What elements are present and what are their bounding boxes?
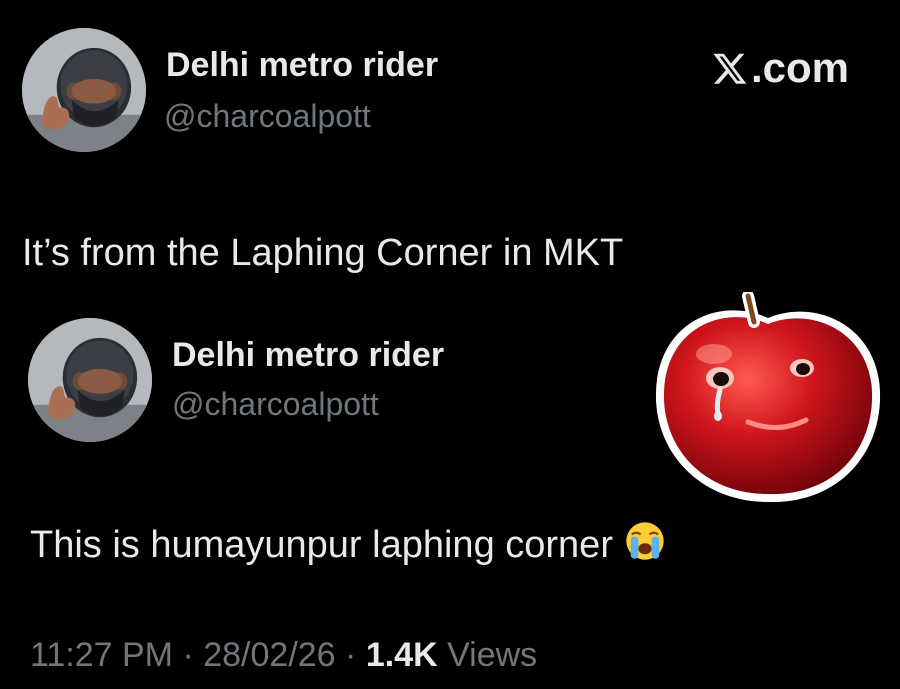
display-name-top[interactable]: Delhi metro rider (166, 46, 438, 85)
x-logo-icon (713, 53, 747, 84)
handle-top[interactable]: @charcoalpott (164, 98, 371, 135)
tweet-time[interactable]: 11:27 PM (30, 636, 173, 674)
x-brand[interactable]: .com (712, 44, 849, 92)
tweet-meta: 11:27 PM · 28/02/26 · 1.4K Views (30, 636, 537, 675)
crying-apple-sticker-icon (650, 292, 886, 508)
tweet-date[interactable]: 28/02/26 (203, 636, 335, 674)
avatar-bottom[interactable] (28, 318, 152, 442)
meta-separator: · (173, 636, 204, 674)
avatar-photo-icon (22, 28, 146, 152)
tweet-text-bottom-content: This is humayunpur laphing corner (30, 524, 613, 566)
avatar-top[interactable] (22, 28, 146, 152)
display-name-bottom[interactable]: Delhi metro rider (172, 336, 444, 375)
views-count[interactable]: 1.4K (366, 636, 438, 674)
x-brand-label: .com (751, 44, 850, 91)
avatar-photo-icon (28, 318, 152, 442)
tweet-text-bottom: This is humayunpur laphing corner (30, 519, 667, 567)
meta-separator: · (335, 636, 366, 674)
handle-bottom[interactable]: @charcoalpott (172, 386, 379, 423)
tweet-text-top: It’s from the Laphing Corner in MKT (22, 232, 624, 274)
views-label: Views (447, 636, 538, 674)
loudly-crying-face-icon (623, 519, 667, 563)
